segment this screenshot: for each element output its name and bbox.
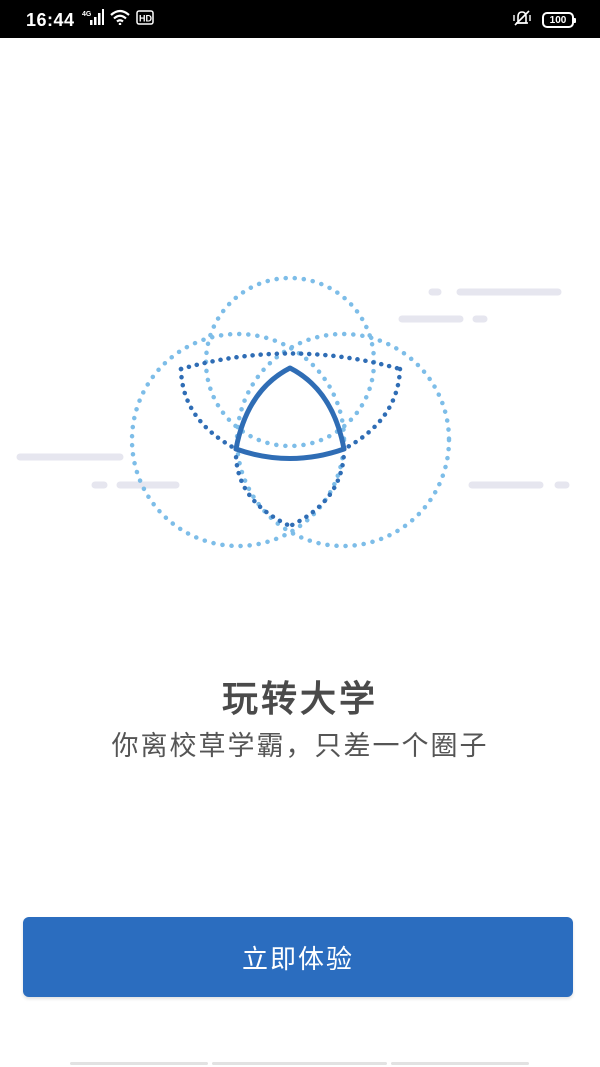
status-right-icons: 100 <box>512 10 576 30</box>
wifi-icon <box>110 9 130 29</box>
status-time: 16:44 <box>26 10 75 30</box>
nav-indicator-left <box>70 1062 208 1065</box>
venn-circles-icon <box>0 260 600 550</box>
center-triangle <box>233 365 347 461</box>
vibrate-icon <box>512 10 532 30</box>
status-bar: 16:44 4G HD 100 <box>0 0 600 38</box>
svg-text:4G: 4G <box>82 11 92 18</box>
hd-icon: HD <box>136 9 154 29</box>
signal-icon: 4G <box>82 9 104 29</box>
nav-indicator-center <box>212 1062 387 1065</box>
start-experience-button[interactable]: 立即体验 <box>23 917 573 997</box>
nav-indicator-right <box>391 1062 529 1065</box>
inner-petals <box>178 351 403 529</box>
battery-icon: 100 <box>542 12 576 28</box>
page-title: 玩转大学 <box>221 679 378 720</box>
page-subtitle: 你离校草学霸，只差一个圈子 <box>111 731 489 762</box>
status-left-icons: 4G HD <box>82 9 154 29</box>
svg-text:HD: HD <box>139 14 152 24</box>
intro-screen: 16:44 4G HD 100 玩转大学 你离校草学霸，只差一个圈子 立即体验 <box>0 0 600 1067</box>
